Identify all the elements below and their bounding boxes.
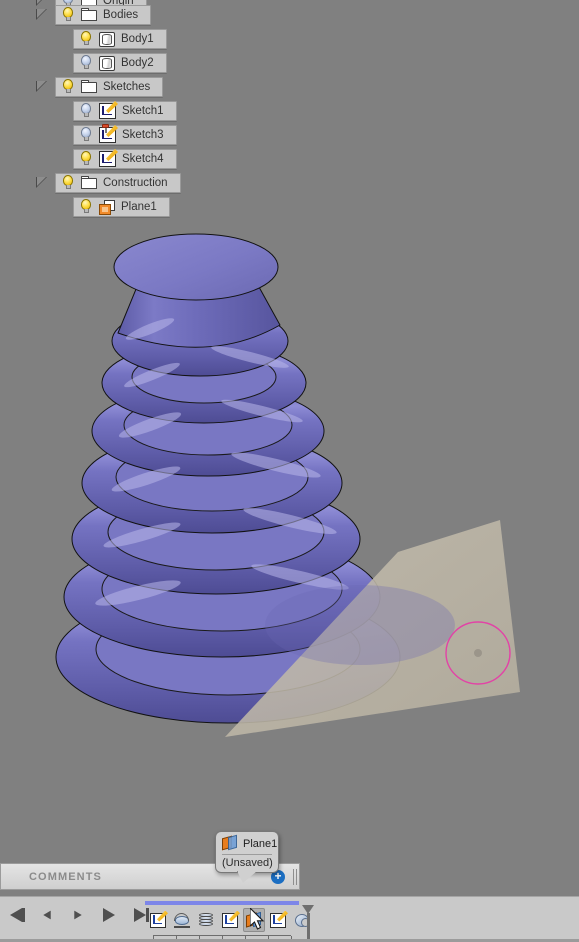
sketch-icon [99, 149, 118, 167]
go-to-start-button[interactable] [6, 905, 26, 925]
visibility-bulb-icon[interactable] [79, 55, 93, 71]
feature-tooltip: Plane1 (Unsaved) [215, 831, 279, 883]
tree-row-plane1[interactable]: Plane1 [0, 196, 300, 218]
tree-row-sketch3[interactable]: Sketch3 [0, 124, 300, 146]
tree-item-label: Sketch1 [122, 105, 164, 117]
timeline-feature-track[interactable] [145, 901, 315, 942]
tree-item-label: Body2 [121, 57, 154, 69]
construction-plane-icon [222, 834, 238, 851]
timeline-feature-sketch3[interactable] [219, 908, 241, 932]
tree-row[interactable]: Origin [0, 0, 300, 11]
3d-viewport[interactable]: Origin Bodies Body1 Body2 Sketches Sketc… [0, 0, 579, 942]
sketch-icon [270, 910, 288, 928]
tree-row-body2[interactable]: Body2 [0, 52, 300, 74]
expander-arrow[interactable] [36, 9, 48, 21]
timeline-end-marker[interactable] [302, 905, 315, 939]
model-conical-coil[interactable] [0, 225, 520, 755]
tree-item-label: Bodies [103, 9, 139, 21]
body-icon [99, 31, 115, 47]
tree-item-label: Sketch4 [122, 153, 164, 165]
folder-icon [81, 80, 97, 94]
expander-arrow[interactable] [36, 81, 48, 93]
timeline-playback-controls[interactable] [6, 905, 150, 925]
mouse-pointer [250, 908, 265, 930]
visibility-bulb-icon[interactable] [61, 79, 75, 95]
tooltip-divider [222, 854, 272, 855]
sketch-icon [150, 910, 168, 928]
visibility-bulb-icon[interactable] [79, 151, 93, 167]
tree-row-body1[interactable]: Body1 [0, 28, 300, 50]
folder-icon [81, 176, 97, 190]
visibility-bulb-icon[interactable] [61, 7, 75, 23]
timeline-ticks [153, 935, 292, 942]
tree-item-label: Plane1 [121, 201, 157, 213]
timeline-progress [145, 901, 299, 905]
expander-arrow[interactable] [36, 177, 48, 189]
sketch-icon [99, 101, 118, 119]
visibility-bulb-icon[interactable] [79, 103, 93, 119]
coil-icon [198, 912, 214, 928]
step-back-button[interactable] [37, 905, 57, 925]
folder-icon [81, 8, 97, 22]
tree-item-label: Sketch3 [122, 129, 164, 141]
browser-tree[interactable]: Origin Bodies Body1 Body2 Sketches Sketc… [0, 0, 300, 220]
tree-item-label: Sketches [103, 81, 151, 93]
timeline-bar[interactable] [0, 896, 579, 942]
timeline-feature-coil1[interactable] [195, 908, 217, 932]
sketch-icon [222, 910, 240, 928]
sketch-pinned-icon [99, 124, 118, 143]
tree-row-bodies[interactable]: Bodies [0, 4, 300, 26]
tooltip-status: (Unsaved) [222, 857, 273, 869]
tree-row-construction[interactable]: Construction [0, 172, 300, 194]
step-forward-button[interactable] [68, 905, 88, 925]
body-icon [99, 55, 115, 71]
visibility-bulb-icon[interactable] [79, 199, 93, 215]
panel-resize-grip[interactable] [293, 869, 297, 885]
plane-icon [99, 199, 115, 215]
tree-row-sketch1[interactable]: Sketch1 [0, 100, 300, 122]
revolve-icon [173, 912, 191, 928]
tree-item-label: Body1 [121, 33, 154, 45]
comments-title: COMMENTS [29, 870, 102, 883]
pin-icon [101, 124, 110, 133]
tooltip-name: Plane1 [243, 837, 278, 850]
tree-item-label: Construction [103, 177, 168, 189]
tree-row-sketches[interactable]: Sketches [0, 76, 300, 98]
visibility-bulb-icon[interactable] [79, 127, 93, 143]
visibility-bulb-icon[interactable] [79, 31, 93, 47]
play-button[interactable] [99, 905, 119, 925]
visibility-bulb-icon[interactable] [61, 175, 75, 191]
tree-row-sketch4[interactable]: Sketch4 [0, 148, 300, 170]
timeline-features[interactable] [147, 908, 313, 932]
timeline-feature-revolve1[interactable] [171, 908, 193, 932]
timeline-feature-sketch1[interactable] [147, 908, 169, 932]
timeline-feature-sketch4[interactable] [267, 908, 289, 932]
